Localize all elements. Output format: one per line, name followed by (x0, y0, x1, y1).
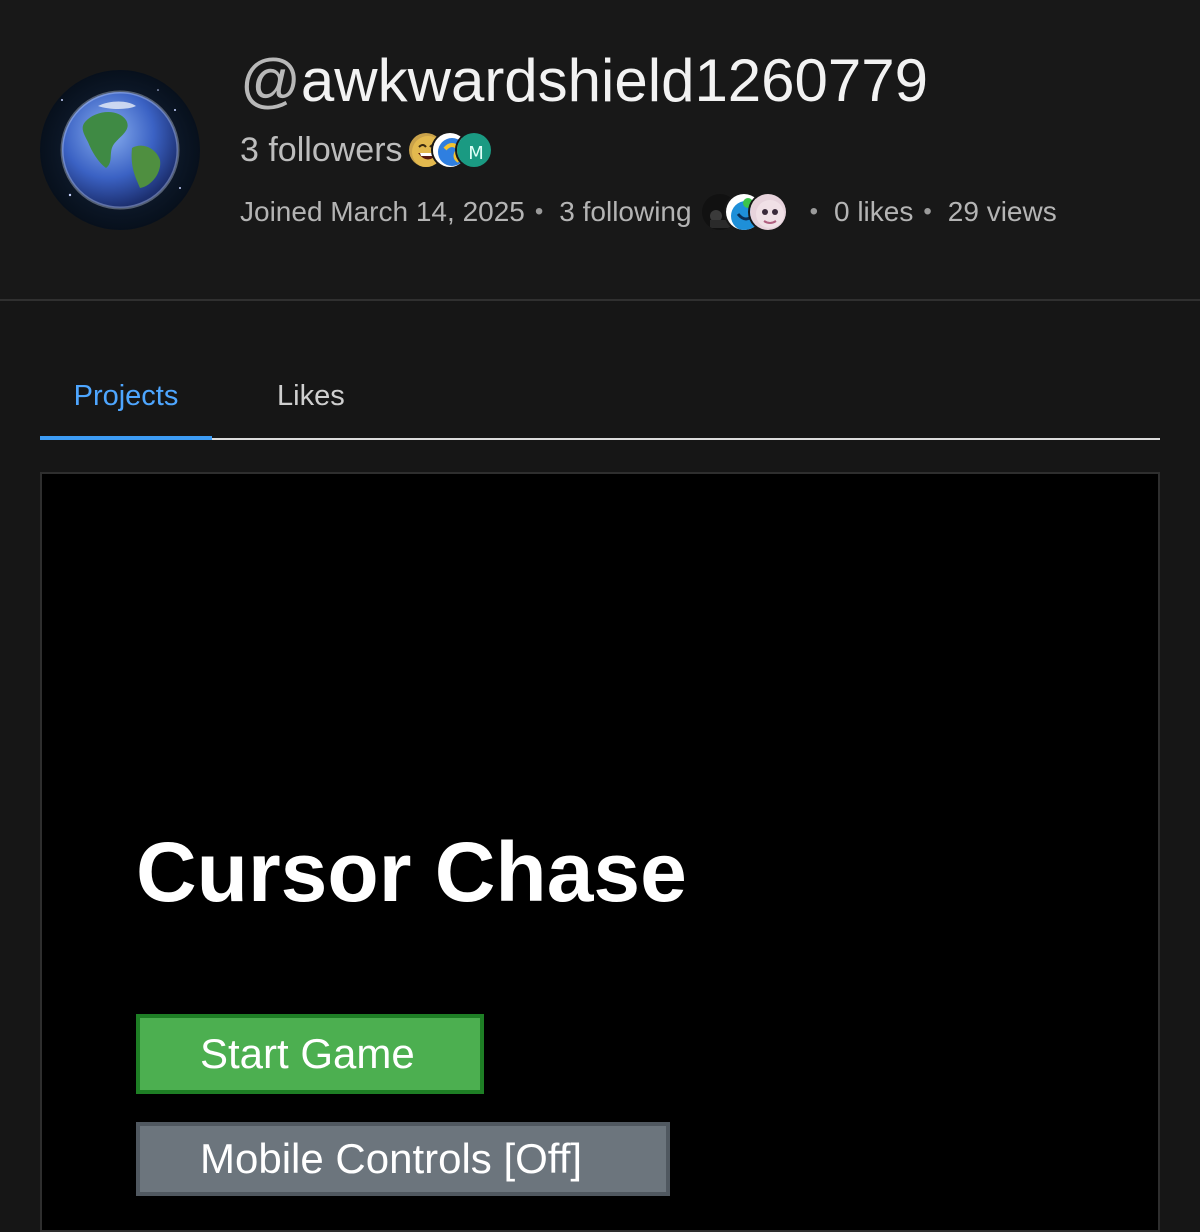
tab-projects[interactable]: Projects (40, 380, 212, 440)
followers-count[interactable]: 3 followers (240, 131, 403, 170)
start-game-button[interactable]: Start Game (136, 1014, 484, 1094)
followers-row: 3 followers M (240, 128, 493, 172)
earth-avatar-icon[interactable] (40, 70, 200, 230)
separator-dot: • (923, 198, 932, 225)
follower-avatars[interactable]: M (406, 131, 493, 169)
teal-letter-m-avatar-icon[interactable]: M (454, 131, 493, 169)
separator-dot: • (809, 198, 818, 225)
pink-face-avatar-icon[interactable] (747, 192, 788, 232)
profile-username: @awkwardshield1260779 (240, 48, 928, 114)
game-title: Cursor Chase (136, 825, 687, 919)
profile-handle: awkwardshield1260779 (300, 47, 929, 114)
following-avatars[interactable] (699, 192, 788, 232)
active-tab-indicator (40, 436, 212, 440)
separator-dot: • (534, 198, 544, 225)
tab-likes[interactable]: Likes (277, 380, 345, 413)
profile-header: @awkwardshield1260779 3 followers M Join… (0, 0, 1200, 301)
tab-projects-label: Projects (73, 380, 179, 412)
following-count[interactable]: 3 following (559, 196, 691, 228)
project-game-frame[interactable]: Cursor Chase Start Game Mobile Controls … (40, 472, 1160, 1232)
likes-count: 0 likes (833, 196, 914, 227)
views-count: 29 views (947, 196, 1057, 227)
at-sign: @ (240, 47, 301, 114)
tab-likes-label: Likes (277, 380, 345, 412)
svg-text:M: M (468, 143, 484, 164)
mobile-controls-toggle[interactable]: Mobile Controls [Off] (136, 1122, 670, 1196)
profile-meta-row: Joined March 14, 2025 • 3 following • 0 … (240, 190, 1057, 234)
joined-date: Joined March 14, 2025 (240, 196, 525, 227)
profile-tabs: Projects Likes (40, 360, 1160, 440)
